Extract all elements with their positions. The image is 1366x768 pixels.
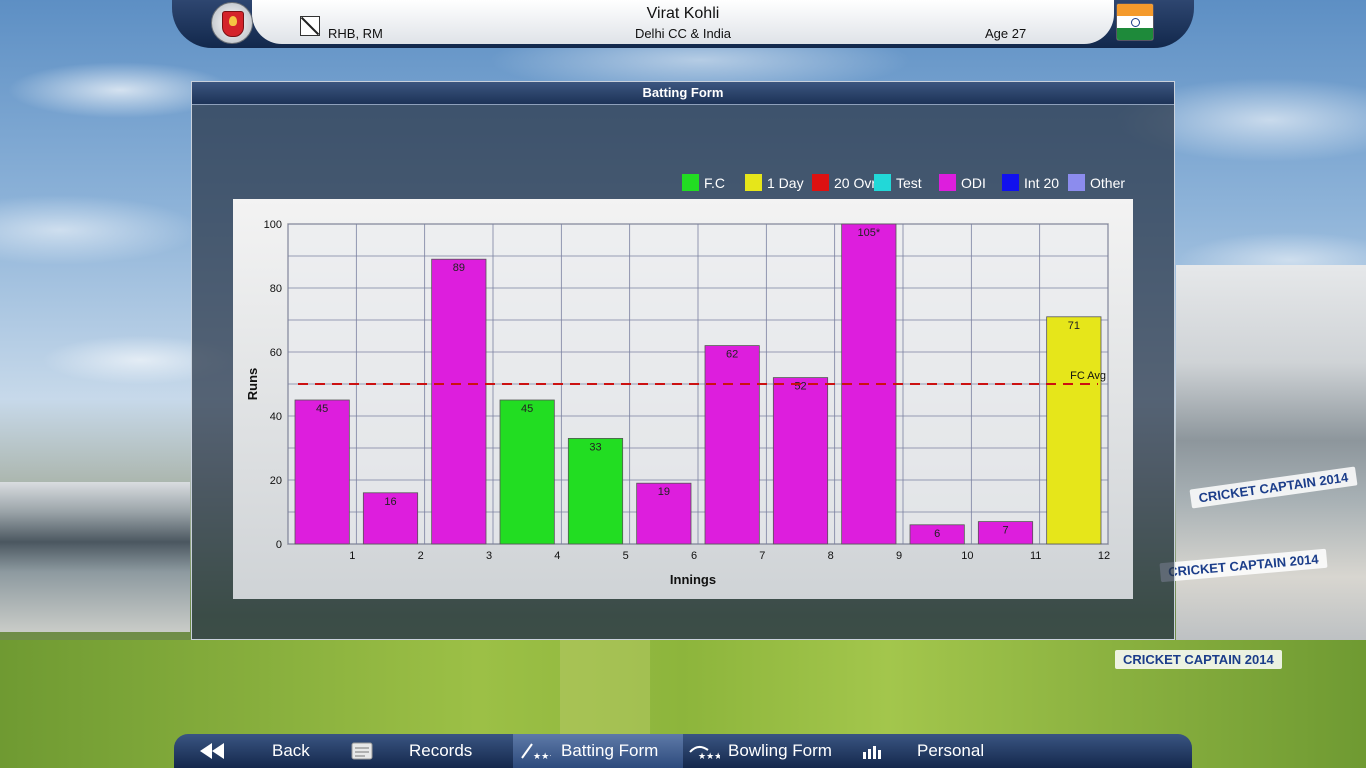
bar-value-label: 6 [934, 528, 940, 540]
player-team: Delhi CC & India [634, 26, 732, 41]
bar-value-label: 62 [726, 349, 738, 361]
chart-svg: 0204060801004516894533196252105*6 7711 2 3 4… [245, 219, 1110, 587]
back-button[interactable]: Back [190, 734, 350, 768]
legend-swatch [1068, 174, 1085, 191]
bar-innings-5 [567, 437, 624, 545]
x-axis-label: Innings [670, 572, 716, 587]
x-tick-label: 4 [554, 550, 560, 562]
bar-value-label: 71 [1068, 320, 1080, 332]
bar-innings-1 [294, 399, 350, 545]
batting-form-icon: ★★★ [521, 743, 551, 760]
records-label: Records [409, 741, 473, 760]
bar-innings-4 [499, 399, 555, 545]
records-button[interactable]: Records [346, 734, 512, 768]
legend-swatch [812, 174, 829, 191]
bar-value-label: 7 [1002, 525, 1008, 537]
bar-value-label: 16 [384, 496, 396, 508]
legend-label: ODI [961, 175, 986, 191]
legend-swatch [682, 174, 699, 191]
bar-value-label: 45 [521, 403, 533, 415]
stadium-right-stand [1176, 265, 1366, 655]
y-tick-label: 60 [270, 347, 282, 359]
back-label: Back [272, 741, 310, 760]
bar-value-label: 52 [794, 381, 806, 393]
y-tick-label: 40 [270, 411, 282, 423]
batting-form-button[interactable]: ★★★ Batting Form [513, 734, 683, 768]
pitch-stripe [560, 640, 650, 740]
x-tick-label: 9 [896, 550, 902, 562]
bar-value-label: 105* [858, 227, 881, 239]
bowling-form-icon: ★★★ [689, 746, 720, 760]
bar-value-label: 89 [453, 262, 465, 274]
x-tick-label: 5 [623, 550, 629, 562]
svg-text:★★★: ★★★ [533, 751, 551, 760]
bar-innings-12 [1046, 316, 1102, 545]
bar-innings-7 [704, 345, 760, 545]
y-tick-label: 0 [276, 539, 282, 551]
player-age: Age 27 [985, 26, 1027, 41]
batting-form-chart: 0 20 40 60 80 100 45 16 89 45 33 19 62 52 105* 6 7 71 1 2 3 4… [233, 199, 1133, 599]
bar-innings-3 [431, 258, 487, 545]
y-tick-label: 80 [270, 283, 282, 295]
x-tick-label: 1 [349, 550, 355, 562]
legend-label: Int 20 [1024, 175, 1060, 191]
personal-icon [863, 746, 881, 759]
records-icon [351, 742, 373, 760]
legend-swatch [874, 174, 891, 191]
team-crest-icon [211, 2, 253, 44]
bar-innings-8 [772, 377, 829, 545]
x-tick-label: 10 [961, 550, 973, 562]
y-tick-label: 20 [270, 475, 282, 487]
bar-value-label: 19 [658, 486, 670, 498]
y-tick-label: 100 [264, 219, 282, 231]
legend-swatch [939, 174, 956, 191]
svg-text:★★★: ★★★ [698, 751, 720, 760]
personal-label: Personal [917, 741, 985, 760]
batting-style-icon [300, 16, 320, 36]
x-tick-label: 3 [486, 550, 492, 562]
x-tick-label: 6 [691, 550, 697, 562]
x-tick-label: 12 [1098, 550, 1110, 562]
bar-value-label: 33 [589, 441, 601, 453]
x-tick-label: 2 [418, 550, 424, 562]
legend-label: 1 Day [767, 175, 804, 191]
legend-label: F.C [704, 175, 725, 191]
legend-swatch [1002, 174, 1019, 191]
legend-label: 20 Ovr [834, 175, 877, 191]
india-flag-icon [1116, 3, 1154, 41]
bar-value-label: 45 [316, 403, 328, 415]
back-arrow-icon [200, 743, 224, 759]
x-tick-label: 7 [759, 550, 765, 562]
legend-label: Test [896, 175, 922, 191]
fc-average-label: FC Avg [1070, 370, 1106, 382]
batting-form-label: Batting Form [561, 741, 659, 760]
batting-style-text: RHB, RM [328, 26, 383, 41]
legend-label: Other [1090, 175, 1126, 191]
legend-swatch [745, 174, 762, 191]
bowling-form-label: Bowling Form [728, 741, 832, 760]
player-name: Virat Kohli [646, 5, 720, 22]
bowling-form-button[interactable]: ★★★ Bowling Form [684, 734, 856, 768]
x-tick-label: 11 [1030, 550, 1041, 562]
x-tick-label: 8 [828, 550, 834, 562]
stadium-ad-banner: CRICKET CAPTAIN 2014 [1115, 650, 1282, 669]
y-axis-label: Runs [245, 368, 260, 401]
personal-button[interactable]: Personal [856, 734, 1016, 768]
panel-title: Batting Form [192, 82, 1174, 105]
stadium-left-stand [0, 482, 190, 632]
bottom-nav-bar: Back Records ★★★ Batting Form ★★★ Bowlin… [174, 734, 1192, 768]
